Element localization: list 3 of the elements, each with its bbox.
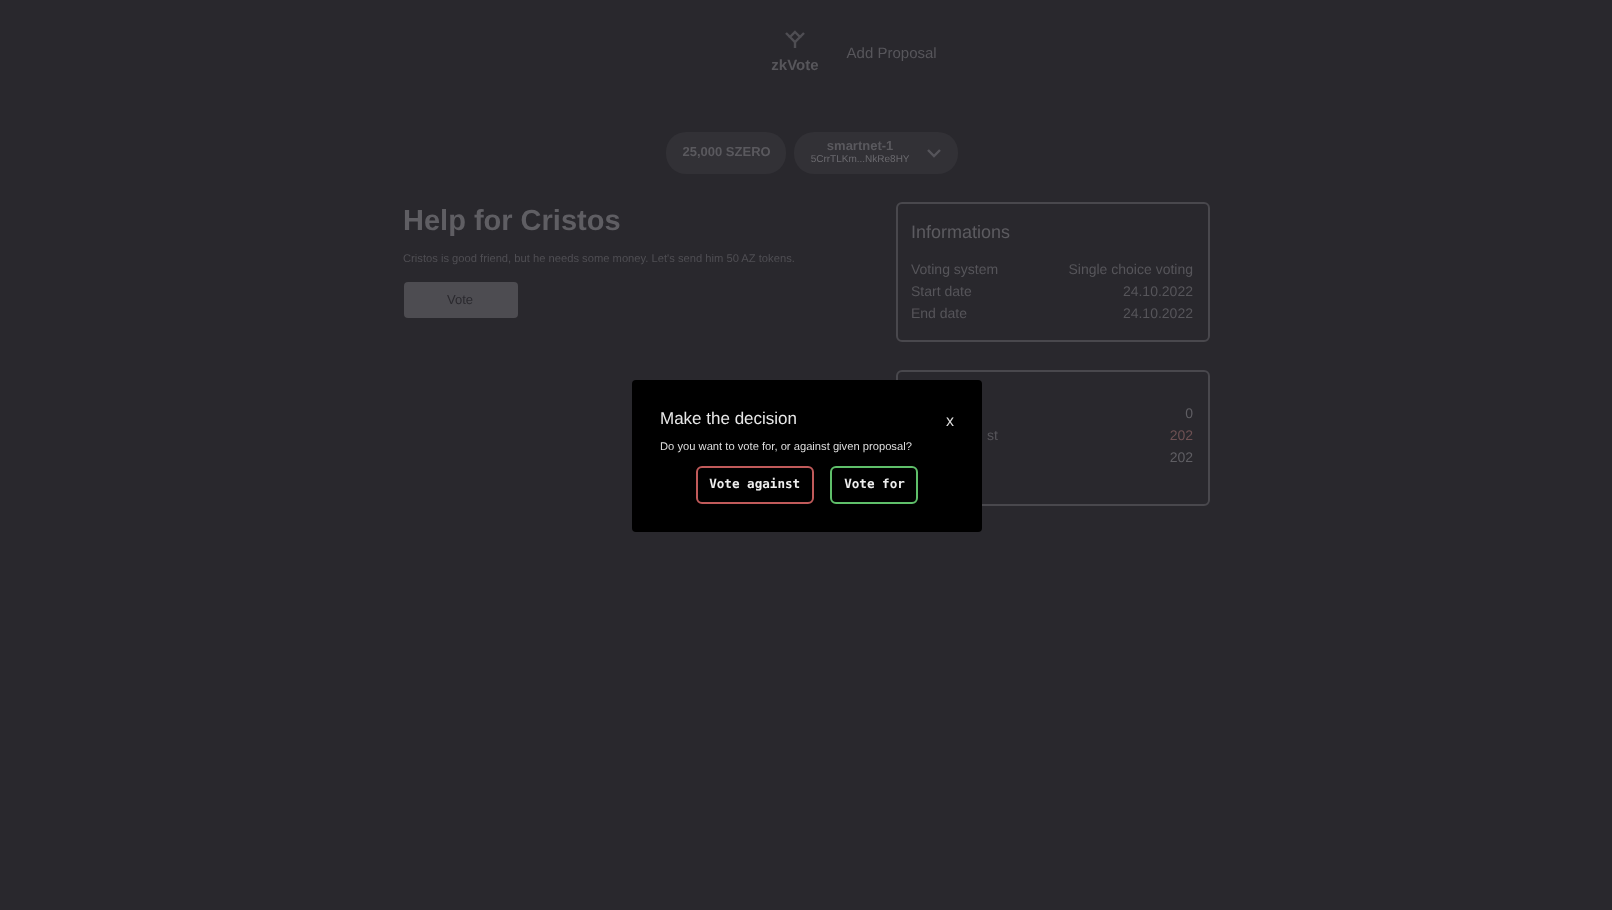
close-button[interactable]: x <box>946 412 954 430</box>
logo-icon <box>783 30 806 50</box>
dialog-title: Make the decision <box>660 407 798 427</box>
